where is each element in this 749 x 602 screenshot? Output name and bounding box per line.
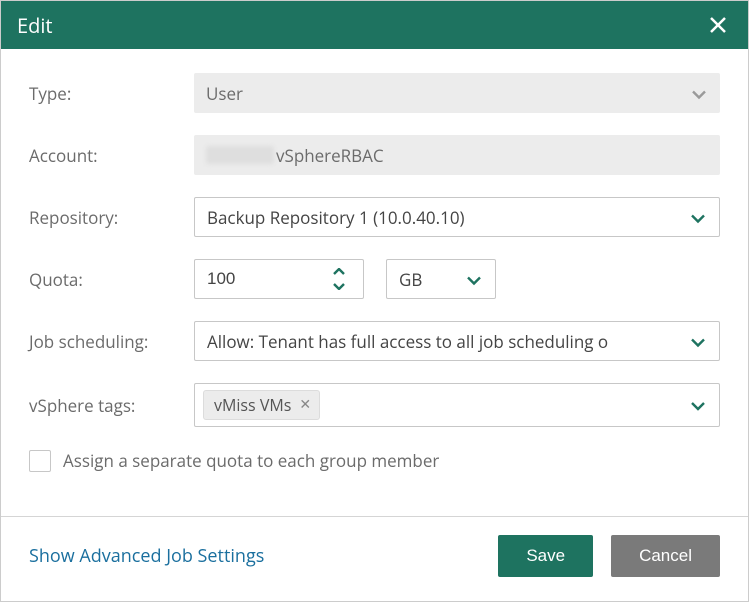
tags-select[interactable]: vMiss VMs ✕ <box>194 383 720 427</box>
quota-unit-select[interactable]: GB <box>386 259 496 299</box>
titlebar: Edit <box>1 1 748 49</box>
type-label: Type: <box>29 82 194 105</box>
dialog-body: Type: User Account: vSphereRBAC Repo <box>1 49 748 488</box>
chevron-up-icon <box>333 268 345 276</box>
edit-dialog: Edit Type: User Account: <box>0 0 749 602</box>
dialog-title: Edit <box>17 12 704 39</box>
cancel-button[interactable]: Cancel <box>611 535 720 577</box>
quota-increment[interactable] <box>327 265 351 279</box>
account-label: Account: <box>29 144 194 167</box>
quota-input[interactable] <box>195 269 300 289</box>
chevron-down-icon <box>333 282 345 290</box>
chevron-down-icon <box>691 394 705 416</box>
type-select: User <box>194 73 720 113</box>
scheduling-value: Allow: Tenant has full access to all job… <box>207 330 608 353</box>
repository-value: Backup Repository 1 (10.0.40.10) <box>207 206 465 229</box>
row-repository: Repository: Backup Repository 1 (10.0.40… <box>29 197 720 237</box>
chevron-down-icon <box>691 206 705 229</box>
quota-unit-value: GB <box>399 268 422 291</box>
tag-remove-icon[interactable]: ✕ <box>299 398 311 412</box>
quota-stepper[interactable] <box>194 259 364 299</box>
separate-quota-checkbox[interactable] <box>29 450 51 472</box>
account-redacted <box>206 146 274 164</box>
tag-chip-label: vMiss VMs <box>214 394 291 416</box>
row-tags: vSphere tags: vMiss VMs ✕ <box>29 383 720 427</box>
chevron-down-icon <box>467 268 481 291</box>
tags-label: vSphere tags: <box>29 394 194 417</box>
quota-decrement[interactable] <box>327 279 351 293</box>
close-button[interactable] <box>704 11 732 39</box>
advanced-settings-link[interactable]: Show Advanced Job Settings <box>29 544 498 568</box>
row-type: Type: User <box>29 73 720 113</box>
repository-select[interactable]: Backup Repository 1 (10.0.40.10) <box>194 197 720 237</box>
tag-chip: vMiss VMs ✕ <box>203 390 320 420</box>
quota-label: Quota: <box>29 268 194 291</box>
scheduling-select[interactable]: Allow: Tenant has full access to all job… <box>194 321 720 361</box>
row-separate-quota: Assign a separate quota to each group me… <box>29 449 720 472</box>
row-scheduling: Job scheduling: Allow: Tenant has full a… <box>29 321 720 361</box>
row-quota: Quota: <box>29 259 720 299</box>
dialog-footer: Show Advanced Job Settings Save Cancel <box>1 517 748 601</box>
type-value: User <box>206 82 243 105</box>
close-icon <box>709 16 727 34</box>
scheduling-label: Job scheduling: <box>29 330 194 353</box>
save-button[interactable]: Save <box>498 535 593 577</box>
row-account: Account: vSphereRBAC <box>29 135 720 175</box>
chevron-down-icon <box>692 82 706 105</box>
separate-quota-label: Assign a separate quota to each group me… <box>63 449 439 472</box>
repository-label: Repository: <box>29 206 194 229</box>
account-field: vSphereRBAC <box>194 135 720 175</box>
account-value: vSphereRBAC <box>276 144 384 167</box>
chevron-down-icon <box>691 330 705 353</box>
